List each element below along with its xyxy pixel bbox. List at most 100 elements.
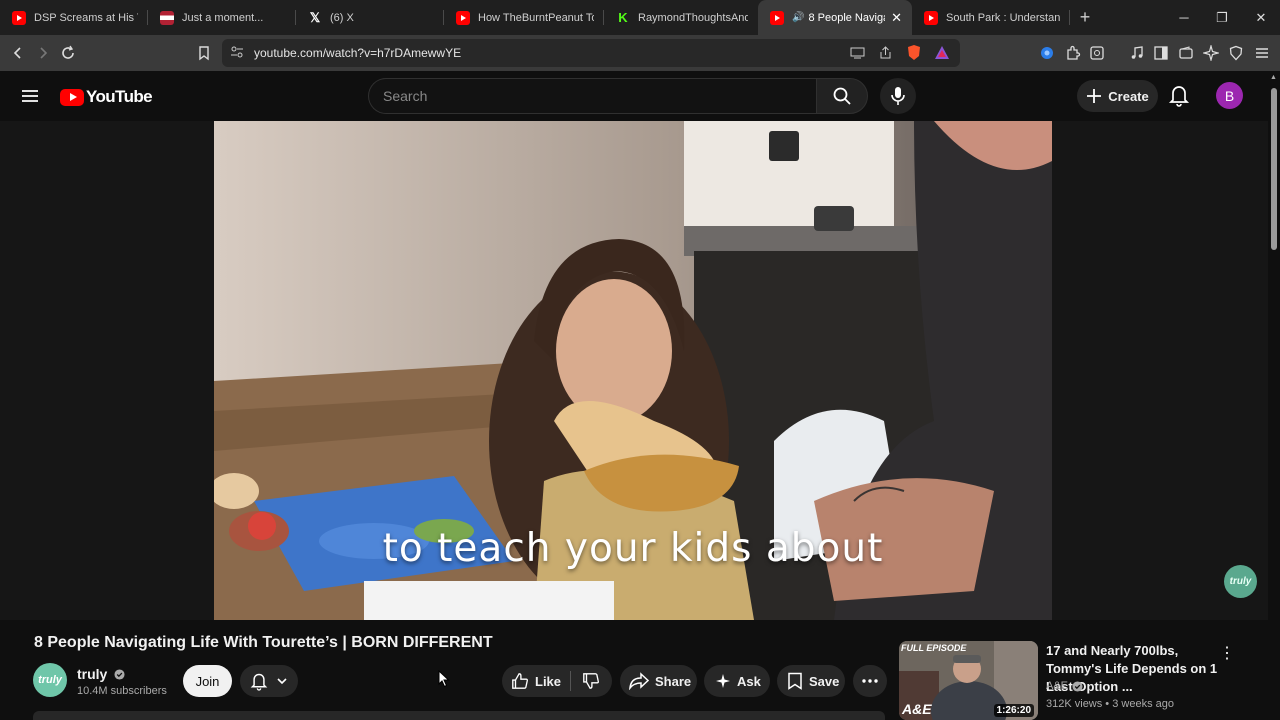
vpn-shield-icon[interactable] bbox=[1222, 39, 1250, 67]
forward-button[interactable] bbox=[29, 39, 57, 67]
sidebar-icon[interactable] bbox=[1147, 39, 1175, 67]
cast-icon[interactable] bbox=[850, 46, 865, 65]
url-text: youtube.com/watch?v=h7rDAmewwYE bbox=[254, 46, 462, 60]
share-page-icon[interactable] bbox=[878, 45, 893, 65]
browser-tab[interactable]: How TheBurntPeanut Took bbox=[444, 0, 604, 35]
channel-name-text: truly bbox=[77, 666, 108, 682]
share-label: Share bbox=[655, 673, 692, 689]
x-favicon-icon: 𝕏 bbox=[309, 9, 321, 25]
reload-button[interactable] bbox=[54, 39, 82, 67]
video-player[interactable]: to teach your kids about bbox=[214, 121, 1052, 620]
youtube-favicon-icon bbox=[770, 10, 784, 25]
thumbs-up-icon bbox=[512, 673, 528, 689]
brave-rewards-icon[interactable] bbox=[934, 45, 950, 65]
ask-label: Ask bbox=[737, 673, 761, 689]
tab-title: How TheBurntPeanut Took bbox=[478, 11, 594, 24]
scrollbar-thumb[interactable] bbox=[1271, 88, 1277, 250]
search-box bbox=[368, 78, 816, 114]
more-horizontal-icon bbox=[862, 679, 878, 683]
create-label: Create bbox=[1108, 88, 1149, 104]
more-actions-button[interactable] bbox=[853, 665, 887, 697]
recommended-channel[interactable]: A&E bbox=[1046, 680, 1083, 692]
search-button[interactable] bbox=[816, 78, 868, 114]
more-vertical-icon[interactable]: ⋮ bbox=[1219, 643, 1235, 663]
notifications-bell-icon[interactable] bbox=[1168, 83, 1190, 112]
join-label: Join bbox=[195, 673, 220, 689]
recommended-video-thumbnail[interactable]: FULL EPISODE A&E 1:26:20 bbox=[899, 641, 1038, 720]
youtube-favicon-icon bbox=[12, 10, 26, 25]
tab-title: Just a moment... bbox=[182, 11, 264, 24]
restore-button[interactable]: ❐ bbox=[1203, 0, 1241, 35]
flag-favicon-icon bbox=[160, 10, 174, 25]
screenshot-icon[interactable] bbox=[1083, 39, 1111, 67]
speaker-icon: 🔊 bbox=[792, 12, 805, 23]
share-button[interactable]: Share bbox=[620, 665, 697, 697]
verified-icon bbox=[114, 669, 125, 680]
menu-icon[interactable] bbox=[1248, 39, 1276, 67]
full-episode-badge: FULL EPISODE bbox=[901, 643, 967, 653]
subscriber-count: 10.4M subscribers bbox=[77, 685, 167, 697]
watermark-text: truly bbox=[1229, 576, 1252, 587]
logo-text: YouTube bbox=[86, 87, 153, 106]
search-icon bbox=[833, 87, 851, 105]
browser-tab[interactable]: K RaymondThoughtsAndMi bbox=[604, 0, 758, 35]
search-input[interactable] bbox=[369, 79, 816, 113]
join-button[interactable]: Join bbox=[183, 665, 232, 697]
account-avatar[interactable]: B bbox=[1216, 82, 1243, 109]
leo-ai-icon[interactable] bbox=[1197, 39, 1225, 67]
site-settings-icon[interactable] bbox=[230, 45, 244, 64]
sparkle-icon bbox=[716, 674, 730, 688]
tab-title: (6) X bbox=[330, 11, 354, 24]
subscription-notifications-button[interactable] bbox=[240, 665, 298, 697]
vpn-extension-icon[interactable] bbox=[1033, 39, 1061, 67]
thumbs-down-icon bbox=[583, 673, 599, 689]
guide-menu-icon[interactable] bbox=[20, 86, 40, 111]
browser-tab[interactable]: Just a moment... bbox=[148, 0, 296, 35]
new-tab-button[interactable]: + bbox=[1070, 7, 1100, 28]
browser-tab-strip: DSP Screams at His TV as Just a moment..… bbox=[0, 0, 1280, 35]
recommended-channel-name: A&E bbox=[1046, 680, 1069, 692]
brave-shields-icon[interactable] bbox=[906, 44, 922, 67]
ask-button[interactable]: Ask bbox=[704, 665, 770, 697]
description-box[interactable] bbox=[33, 711, 885, 720]
like-dislike-group: Like bbox=[502, 665, 612, 697]
minimize-button[interactable]: ─ bbox=[1165, 0, 1203, 35]
bookmark-icon[interactable] bbox=[190, 39, 218, 67]
like-button[interactable]: Like bbox=[502, 672, 570, 690]
youtube-favicon-icon bbox=[924, 10, 938, 25]
youtube-logo[interactable]: YouTube bbox=[60, 87, 153, 107]
avatar-letter: B bbox=[1224, 87, 1235, 104]
caption-text: to teach your kids about bbox=[382, 526, 884, 571]
address-bar[interactable]: youtube.com/watch?v=h7rDAmewwYE bbox=[222, 39, 960, 67]
browser-tab-active[interactable]: 🔊 8 People Navigatin ✕ bbox=[758, 0, 912, 35]
channel-name[interactable]: truly bbox=[77, 666, 125, 682]
save-button[interactable]: Save bbox=[777, 665, 845, 697]
mouse-cursor-icon bbox=[438, 669, 450, 693]
dislike-button[interactable] bbox=[571, 672, 611, 690]
video-duration: 1:26:20 bbox=[993, 704, 1034, 717]
browser-tab[interactable]: 𝕏 (6) X bbox=[296, 0, 444, 35]
browser-tab[interactable]: South Park : Understandin bbox=[912, 0, 1070, 35]
channel-avatar[interactable]: truly bbox=[33, 663, 67, 697]
chevron-down-icon bbox=[277, 678, 287, 685]
tab-title: South Park : Understandin bbox=[946, 11, 1060, 24]
back-button[interactable] bbox=[4, 39, 32, 67]
plus-icon bbox=[1087, 89, 1102, 103]
bookmark-save-icon bbox=[788, 672, 802, 690]
tab-title: DSP Screams at His TV as bbox=[34, 11, 138, 24]
close-window-button[interactable]: ✕ bbox=[1242, 0, 1280, 35]
create-button[interactable]: Create bbox=[1077, 80, 1158, 112]
channel-avatar-text: truly bbox=[38, 674, 62, 686]
scroll-up-arrow-icon[interactable]: ▲ bbox=[1270, 74, 1277, 81]
like-label: Like bbox=[535, 673, 562, 689]
tab-title: RaymondThoughtsAndMi bbox=[638, 11, 748, 24]
browser-tab[interactable]: DSP Screams at His TV as bbox=[0, 0, 148, 35]
close-tab-icon[interactable]: ✕ bbox=[891, 10, 902, 26]
wallet-icon[interactable] bbox=[1172, 39, 1200, 67]
browser-toolbar: youtube.com/watch?v=h7rDAmewwYE bbox=[0, 35, 1280, 71]
recommended-video-meta: 312K views • 3 weeks ago bbox=[1046, 698, 1174, 710]
youtube-header: YouTube Create B bbox=[0, 71, 1280, 121]
tab-title: 8 People Navigatin bbox=[808, 11, 885, 24]
channel-watermark[interactable]: truly bbox=[1224, 565, 1257, 598]
voice-search-button[interactable] bbox=[880, 78, 916, 114]
